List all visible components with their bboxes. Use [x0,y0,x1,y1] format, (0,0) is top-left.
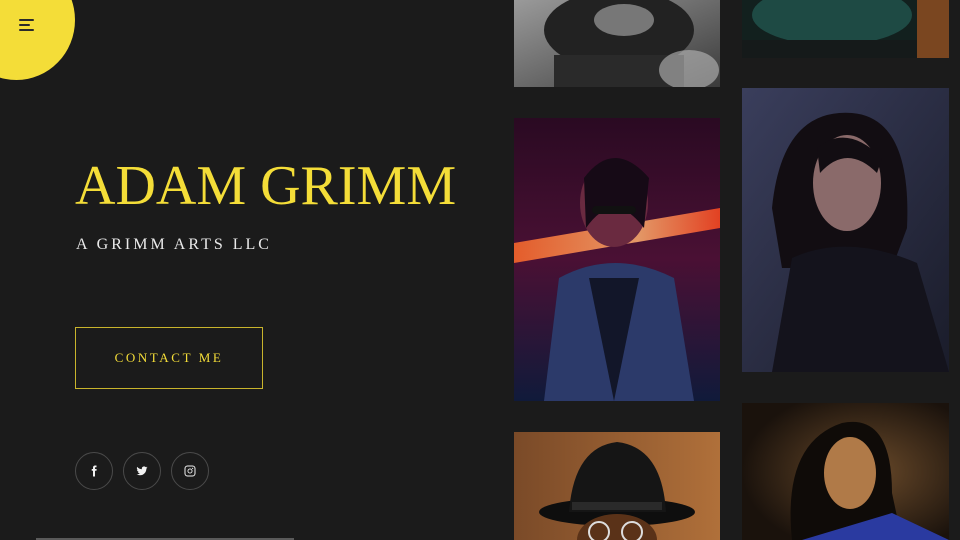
gallery-photo-2[interactable] [742,0,949,58]
contact-me-button[interactable]: CONTACT ME [75,327,263,389]
page-title: ADAM GRIMM [75,155,457,217]
menu-button[interactable] [0,0,75,80]
facebook-link[interactable] [75,452,113,490]
twitter-icon [136,466,148,476]
hamburger-icon [19,19,35,33]
gallery-photo-4[interactable] [742,88,949,372]
social-links [75,452,209,490]
gallery-photo-3[interactable] [514,118,720,401]
gallery-photo-5[interactable] [514,432,720,540]
twitter-link[interactable] [123,452,161,490]
company-subtitle: A GRIMM ARTS LLC [76,236,272,253]
gallery-photo-6[interactable] [742,403,949,540]
instagram-icon [184,465,196,477]
facebook-icon [91,465,97,477]
gallery-photo-1[interactable] [514,0,720,87]
instagram-link[interactable] [171,452,209,490]
